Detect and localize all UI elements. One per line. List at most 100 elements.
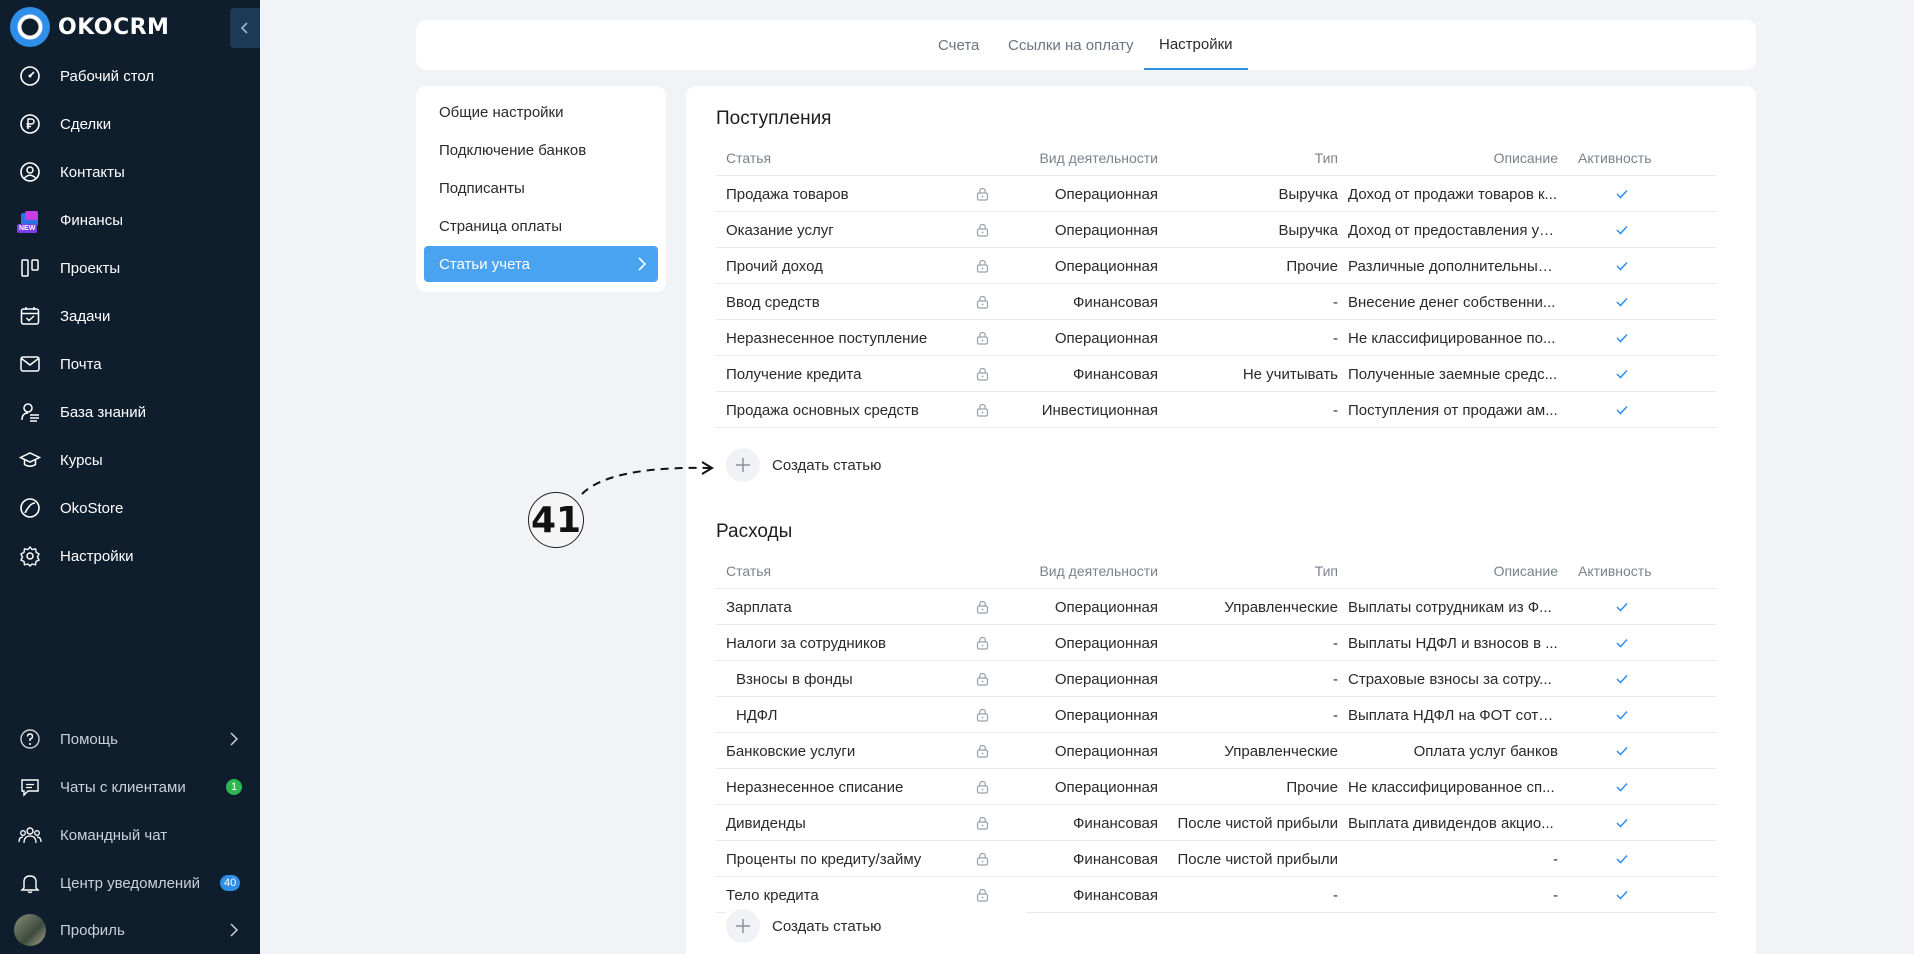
bell-icon (18, 871, 42, 895)
sidebar-item-label: Сделки (60, 115, 112, 133)
active-check-icon[interactable] (1578, 176, 1688, 212)
item-type: Прочие (1286, 257, 1338, 275)
item-name: НДФЛ (736, 706, 778, 724)
active-check-icon[interactable] (1578, 320, 1688, 356)
item-type: Не учитывать (1242, 365, 1338, 383)
table-row[interactable]: Оказание услуг Операционная Выручка Доход о… (716, 212, 1716, 248)
help-icon (18, 727, 42, 751)
table-row[interactable]: Взносы в фонды Операционная - Страховые взн… (716, 661, 1716, 697)
expenses-table-header: Статья Вид деятельности Тип Описание Акт… (716, 553, 1716, 589)
sidebar-item-dashboard[interactable]: Рабочий стол (0, 56, 260, 96)
table-row[interactable]: Банковские услуги Операционная Управленчес… (716, 733, 1716, 769)
sidebar-item-courses[interactable]: Курсы (0, 440, 260, 480)
menu-item-banks[interactable]: Подключение банков (424, 132, 658, 168)
table-row[interactable]: Неразнесенное поступление Операционная - Не… (716, 320, 1716, 356)
table-row[interactable]: Налоги за сотрудников Операционная - Выплат… (716, 625, 1716, 661)
table-row[interactable]: Тело кредита Финансовая - - (716, 877, 1716, 913)
item-name: Оказание услуг (726, 221, 834, 239)
active-check-icon[interactable] (1578, 625, 1688, 661)
sidebar-item-contacts[interactable]: Контакты (0, 152, 260, 192)
logo[interactable]: OKOCRM (10, 7, 169, 47)
annotation-marker: 41 (528, 492, 584, 548)
sidebar-item-knowledge-base[interactable]: База знаний (0, 392, 260, 432)
lock-icon (974, 841, 990, 877)
plus-icon (726, 448, 760, 482)
sidebar-item-help[interactable]: Помощь (0, 719, 260, 759)
unread-badge: 1 (226, 779, 242, 795)
active-check-icon[interactable] (1578, 589, 1688, 625)
table-row[interactable]: Продажа основных средств Инвестиционная - П… (716, 392, 1716, 428)
chevron-right-icon (638, 257, 646, 271)
item-name: Продажа товаров (726, 185, 849, 203)
plus-icon (726, 909, 760, 943)
active-check-icon[interactable] (1578, 356, 1688, 392)
active-check-icon[interactable] (1578, 805, 1688, 841)
table-row[interactable]: Прочий доход Операционная Прочие Различные … (716, 248, 1716, 284)
sidebar-item-label: Курсы (60, 451, 103, 469)
create-income-item-button[interactable]: Создать статью (726, 448, 881, 482)
active-check-icon[interactable] (1578, 769, 1688, 805)
table-row[interactable]: Проценты по кредиту/займу Финансовая После… (716, 841, 1716, 877)
sidebar-item-tasks[interactable]: Задачи (0, 296, 260, 336)
col-description: Описание (1493, 563, 1558, 579)
item-type: - (1333, 293, 1338, 311)
col-name: Статья (726, 150, 772, 166)
active-check-icon[interactable] (1578, 212, 1688, 248)
sidebar-item-label: Настройки (60, 547, 134, 565)
item-activity: Финансовая (1073, 814, 1158, 832)
tab-settings[interactable]: Настройки (1144, 20, 1248, 70)
active-check-icon[interactable] (1578, 661, 1688, 697)
menu-item-signers[interactable]: Подписанты (424, 170, 658, 206)
sidebar-item-settings[interactable]: Настройки (0, 536, 260, 576)
item-type: Выручка (1278, 185, 1338, 203)
create-expense-item-button[interactable]: Создать статью (726, 909, 1026, 943)
tab-invoices[interactable]: Счета (938, 20, 979, 70)
graduation-cap-icon (18, 448, 42, 472)
sidebar-item-mail[interactable]: Почта (0, 344, 260, 384)
active-check-icon[interactable] (1578, 284, 1688, 320)
table-row[interactable]: Зарплата Операционная Управленческие Выплат… (716, 589, 1716, 625)
collapse-sidebar-button[interactable] (230, 8, 260, 48)
table-row[interactable]: Неразнесенное списание Операционная Прочие… (716, 769, 1716, 805)
chevron-right-icon (230, 923, 238, 937)
sidebar-item-okostore[interactable]: OkoStore (0, 488, 260, 528)
sidebar-item-label: Помощь (60, 730, 118, 748)
sidebar-item-finance[interactable]: NEW Финансы (0, 200, 260, 240)
active-check-icon[interactable] (1578, 877, 1688, 913)
item-activity: Операционная (1054, 598, 1158, 616)
menu-item-accounting-items[interactable]: Статьи учета (424, 246, 658, 282)
item-description: Выплата дивидендов акцио... (1348, 814, 1554, 832)
active-check-icon[interactable] (1578, 733, 1688, 769)
menu-item-general[interactable]: Общие настройки (424, 94, 658, 130)
tab-payment-links[interactable]: Ссылки на оплату (1008, 20, 1134, 70)
table-row[interactable]: Получение кредита Финансовая Не учитывать П… (716, 356, 1716, 392)
item-type: - (1333, 886, 1338, 904)
item-description: Выплаты сотрудникам из Ф... (1348, 598, 1552, 616)
active-check-icon[interactable] (1578, 697, 1688, 733)
sidebar-item-client-chats[interactable]: Чаты с клиентами 1 (0, 767, 260, 807)
sidebar-item-team-chat[interactable]: Командный чат (0, 815, 260, 855)
active-check-icon[interactable] (1578, 841, 1688, 877)
calendar-check-icon (18, 304, 42, 328)
item-name: Продажа основных средств (726, 401, 919, 419)
item-description: - (1553, 886, 1558, 904)
sidebar-item-label: Рабочий стол (60, 67, 155, 85)
item-name: Дивиденды (726, 814, 806, 832)
dashboard-icon (18, 64, 42, 88)
sidebar-item-profile[interactable]: Профиль (0, 910, 260, 950)
accounting-items-panel: Поступления Статья Вид деятельности Тип … (686, 86, 1756, 954)
sidebar-item-notifications[interactable]: Центр уведомлений 40 (0, 863, 260, 903)
item-name: Тело кредита (726, 886, 819, 904)
item-name: Банковские услуги (726, 742, 856, 760)
menu-item-payment-page[interactable]: Страница оплаты (424, 208, 658, 244)
item-activity: Операционная (1054, 742, 1158, 760)
active-check-icon[interactable] (1578, 392, 1688, 428)
table-row[interactable]: НДФЛ Операционная - Выплата НДФЛ на ФОТ сот… (716, 697, 1716, 733)
sidebar-item-deals[interactable]: Сделки (0, 104, 260, 144)
table-row[interactable]: Дивиденды Финансовая После чистой прибыли В… (716, 805, 1716, 841)
table-row[interactable]: Продажа товаров Операционная Выручка Доход … (716, 176, 1716, 212)
active-check-icon[interactable] (1578, 248, 1688, 284)
table-row[interactable]: Ввод средств Финансовая - Внесение денег со… (716, 284, 1716, 320)
sidebar-item-projects[interactable]: Проекты (0, 248, 260, 288)
item-activity: Операционная (1054, 185, 1158, 203)
